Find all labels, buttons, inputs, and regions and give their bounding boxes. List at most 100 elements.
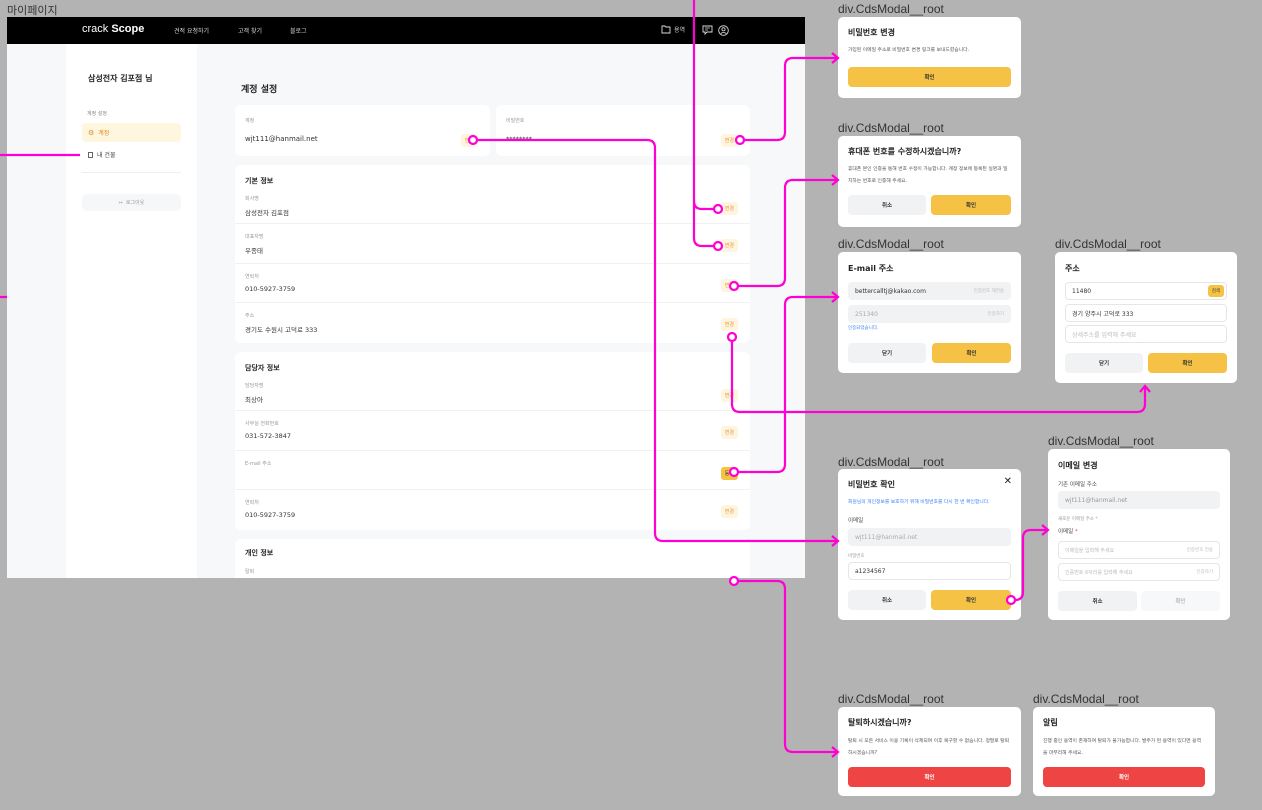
modal-title: 휴대폰 번호를 수정하시겠습니까? [848, 147, 962, 156]
section-title: 담당자 정보 [245, 364, 280, 372]
search-address-button[interactable]: 검색 [1207, 285, 1224, 297]
modal-label: div.CdsModal__root [1033, 692, 1139, 706]
sidebar-item-label: 계정 [98, 130, 110, 137]
password-input[interactable]: a1234567 [848, 562, 1011, 580]
address-value: 경기 양주시 고덕로 333 [1072, 310, 1134, 318]
close-button[interactable]: 닫기 [1065, 353, 1143, 373]
change-button[interactable]: 변경 [720, 202, 738, 215]
password-change-modal: 비밀번호 변경 가입된 이메일 주소로 비밀번호 변경 링크를 보내드렸습니다.… [838, 17, 1021, 98]
info-row: 담당자명 최상아 변경 [235, 376, 750, 411]
info-row: 연락처 010-5927-3759 변경 [235, 490, 750, 530]
info-row: 주소 경기도 수원시 고덕로 333 변경 [235, 303, 750, 343]
modal-title: 비밀번호 확인 [848, 480, 895, 489]
field-label: 대표자명 [245, 234, 264, 240]
email-value: bettercalltj@kakao.com [855, 287, 926, 295]
verify-button[interactable]: 인증하기 [987, 311, 1004, 317]
email-input: wjt111@hanmail.net [848, 528, 1011, 546]
info-row: 사무실 전화번호 031-572-3847 변경 [235, 411, 750, 451]
modal-text: 진행 중인 용역이 존재하여 탈퇴가 불가능합니다. 발주가 된 용역이 있다면… [1043, 739, 1201, 756]
building-icon [88, 151, 93, 158]
email-input[interactable]: bettercalltj@kakao.com 인증번호 재전송 [848, 282, 1011, 300]
confirm-button[interactable]: 확인 [1141, 591, 1220, 611]
sidebar-item-my-building[interactable]: 내 건물 [82, 145, 181, 164]
change-button[interactable]: 변경 [720, 505, 738, 518]
confirm-button[interactable]: 확인 [848, 767, 1011, 787]
confirm-button[interactable]: 확인 [931, 590, 1011, 610]
register-email-button[interactable]: 등록 [720, 467, 738, 480]
close-icon[interactable]: ✕ [1004, 476, 1012, 487]
divider [82, 172, 181, 173]
code-input[interactable]: 251340 인증하기 [848, 305, 1011, 323]
account-card: 계정 wjt111@hanmail.net 변경 [235, 105, 490, 156]
zip-value: 11480 [1072, 287, 1092, 295]
current-email-input: wjt111@hanmail.net [1058, 491, 1220, 509]
personal-info-card: 개인 정보 탈퇴 [235, 539, 750, 578]
field-label: 비밀번호 [506, 118, 525, 124]
verify-button[interactable]: 인증하기 [1196, 569, 1213, 575]
change-button[interactable]: 변경 [720, 239, 738, 252]
user-icon[interactable] [718, 25, 729, 36]
field-value: ******** [506, 135, 532, 143]
sidebar: 삼성전자 김포점 님 계정 설정 ⚙ 계정 내 건물 ↦ 로그아웃 [66, 44, 197, 578]
logo[interactable]: crack Scope [82, 23, 144, 35]
info-row: E-mail 주소 등록 [235, 451, 750, 490]
confirm-button[interactable]: 확인 [931, 195, 1011, 215]
field-value: 우종태 [245, 247, 263, 255]
change-button[interactable]: 변경 [720, 279, 738, 292]
current-email-value: wjt111@hanmail.net [1065, 496, 1128, 504]
field-label: 연락처 [245, 500, 259, 506]
confirm-button[interactable]: 확인 [848, 67, 1011, 87]
logo-text: crack [82, 23, 112, 35]
email-change-modal: 이메일 변경 기존 이메일 주소 wjt111@hanmail.net 새로운 … [1048, 449, 1230, 620]
logout-button[interactable]: ↦ 로그아웃 [82, 194, 181, 211]
cancel-button[interactable]: 취소 [1058, 591, 1137, 611]
placeholder: 이메일을 입력해 주세요 [1065, 547, 1115, 554]
modal-title: 알림 [1043, 718, 1058, 727]
chat-icon[interactable] [702, 25, 713, 35]
address-input[interactable]: 경기 양주시 고덕로 333 [1065, 304, 1227, 322]
section-title: 개인 정보 [245, 549, 274, 557]
info-row: 회사명 삼성전자 김포점 변경 [235, 189, 750, 224]
password-label: 비밀번호 [848, 554, 865, 559]
confirm-button[interactable]: 확인 [932, 343, 1011, 363]
cancel-button[interactable]: 취소 [848, 195, 926, 215]
change-account-button[interactable]: 변경 [460, 134, 478, 147]
notice-modal: 알림 진행 중인 용역이 존재하여 탈퇴가 불가능합니다. 발주가 된 용역이 … [1033, 707, 1215, 796]
logout-label: 로그아웃 [125, 200, 145, 206]
modal-title: E-mail 주소 [848, 264, 894, 273]
field-label: 사무실 전화번호 [245, 421, 279, 427]
zip-input[interactable]: 11480 검색 [1065, 282, 1227, 300]
cancel-button[interactable]: 취소 [848, 590, 926, 610]
frame-label: 마이페이지 [7, 5, 58, 17]
nav-find-customer[interactable]: 고객 찾기 [238, 26, 262, 35]
folder-icon [661, 25, 671, 34]
sidebar-item-account[interactable]: ⚙ 계정 [82, 123, 181, 142]
modal-title: 이메일 변경 [1058, 461, 1098, 470]
nav-quote[interactable]: 견적 요청하기 [174, 26, 209, 35]
modal-text: 회원님의 개인정보를 보호하기 위해 비밀번호를 다시 한 번 확인합니다. [848, 500, 990, 505]
phone-edit-modal: 휴대폰 번호를 수정하시겠습니까? 휴대폰 본인 인증을 통해 번호 수정이 가… [838, 136, 1021, 227]
placeholder: 상세주소를 입력해 주세요 [1072, 331, 1137, 339]
field-value: 최상아 [245, 396, 263, 404]
change-button[interactable]: 변경 [720, 318, 738, 331]
nav-blog[interactable]: 블로그 [290, 26, 307, 35]
info-row: 대표자명우종태 변경 [235, 224, 750, 264]
close-button[interactable]: 닫기 [848, 343, 926, 363]
change-password-button[interactable]: 변경 [720, 134, 738, 147]
resend-code-button[interactable]: 인증번호 재전송 [974, 288, 1004, 294]
required-mark: * [1074, 529, 1078, 535]
confirm-button[interactable]: 확인 [1148, 353, 1227, 373]
detail-address-input[interactable]: 상세주소를 입력해 주세요 [1065, 325, 1227, 343]
new-email-input[interactable]: 이메일을 입력해 주세요 인증번호 전송 [1058, 541, 1220, 559]
modal-label: div.CdsModal__root [1048, 434, 1154, 448]
change-button[interactable]: 변경 [720, 389, 738, 402]
orders-link[interactable]: 용역 [661, 25, 685, 34]
send-code-button[interactable]: 인증번호 전송 [1187, 547, 1213, 553]
code-input[interactable]: 인증번호 6자리를 입력해 주세요 인증하기 [1058, 563, 1220, 581]
modal-label: div.CdsModal__root [1055, 237, 1161, 251]
withdraw-label[interactable]: 탈퇴 [245, 568, 254, 575]
modal-label: div.CdsModal__root [838, 121, 944, 135]
change-button[interactable]: 변경 [720, 426, 738, 439]
confirm-button[interactable]: 확인 [1043, 767, 1205, 787]
gear-icon: ⚙ [88, 128, 95, 137]
